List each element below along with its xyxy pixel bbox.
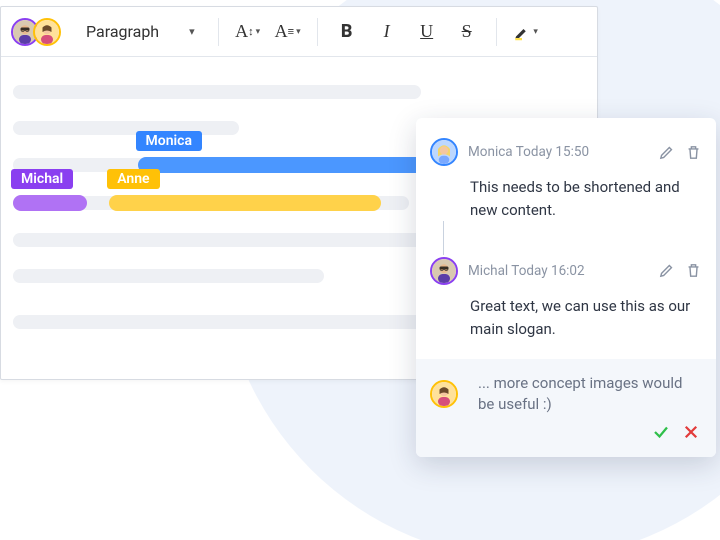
cursor-label-michal: Michal — [11, 169, 73, 189]
highlight-dropdown[interactable]: ▾ — [509, 15, 543, 49]
chevron-down-icon: ▾ — [256, 27, 261, 37]
delete-icon[interactable] — [685, 262, 702, 279]
style-select-label: Paragraph — [86, 22, 159, 41]
comment-body: This needs to be shortened and new conte… — [470, 176, 702, 223]
edit-icon[interactable] — [658, 262, 675, 279]
selection-michal: Michal — [13, 195, 87, 211]
italic-button[interactable]: I — [370, 15, 404, 49]
paragraph-style-select[interactable]: Paragraph ▾ — [75, 15, 206, 48]
chevron-down-icon: ▾ — [533, 27, 538, 37]
strikethrough-button[interactable]: S — [450, 15, 484, 49]
avatar-anne — [430, 380, 458, 408]
font-family-dropdown[interactable]: A≡ ▾ — [271, 15, 305, 49]
avatar-michal — [430, 257, 458, 285]
bold-button[interactable]: B — [330, 15, 364, 49]
draft-text[interactable]: ... more concept images would be useful … — [478, 373, 702, 415]
selection-anne: Anne — [109, 195, 381, 211]
marker-icon — [513, 23, 531, 41]
toolbar: Paragraph ▾ A↕ ▾ A≡ ▾ B I U S — [1, 7, 597, 57]
chevron-down-icon: ▾ — [189, 25, 195, 38]
edit-icon[interactable] — [658, 144, 675, 161]
confirm-icon[interactable] — [652, 423, 670, 445]
comment-item[interactable]: Michal Today 16:02 Great text, we can us… — [416, 241, 716, 360]
separator — [218, 18, 219, 46]
delete-icon[interactable] — [685, 144, 702, 161]
chevron-down-icon: ▾ — [296, 27, 301, 37]
comment-body: Great text, we can use this as our main … — [470, 295, 702, 342]
cancel-icon[interactable] — [682, 423, 700, 445]
presence-avatars — [11, 18, 61, 46]
cursor-label-anne: Anne — [107, 169, 159, 189]
avatar-monica — [430, 138, 458, 166]
text-line — [13, 85, 421, 99]
cursor-label-monica: Monica — [136, 131, 202, 151]
separator — [317, 18, 318, 46]
separator — [496, 18, 497, 46]
comments-panel: Monica Today 15:50 This needs to be shor… — [416, 118, 716, 457]
underline-button[interactable]: U — [410, 15, 444, 49]
comment-draft[interactable]: ... more concept images would be useful … — [416, 359, 716, 457]
comment-meta: Monica Today 15:50 — [468, 144, 648, 160]
font-size-dropdown[interactable]: A↕ ▾ — [231, 15, 265, 49]
comment-meta: Michal Today 16:02 — [468, 263, 648, 279]
comment-item[interactable]: Monica Today 15:50 This needs to be shor… — [416, 122, 716, 241]
text-line — [13, 269, 324, 283]
text-line — [13, 121, 239, 135]
avatar-anne[interactable] — [33, 18, 61, 46]
